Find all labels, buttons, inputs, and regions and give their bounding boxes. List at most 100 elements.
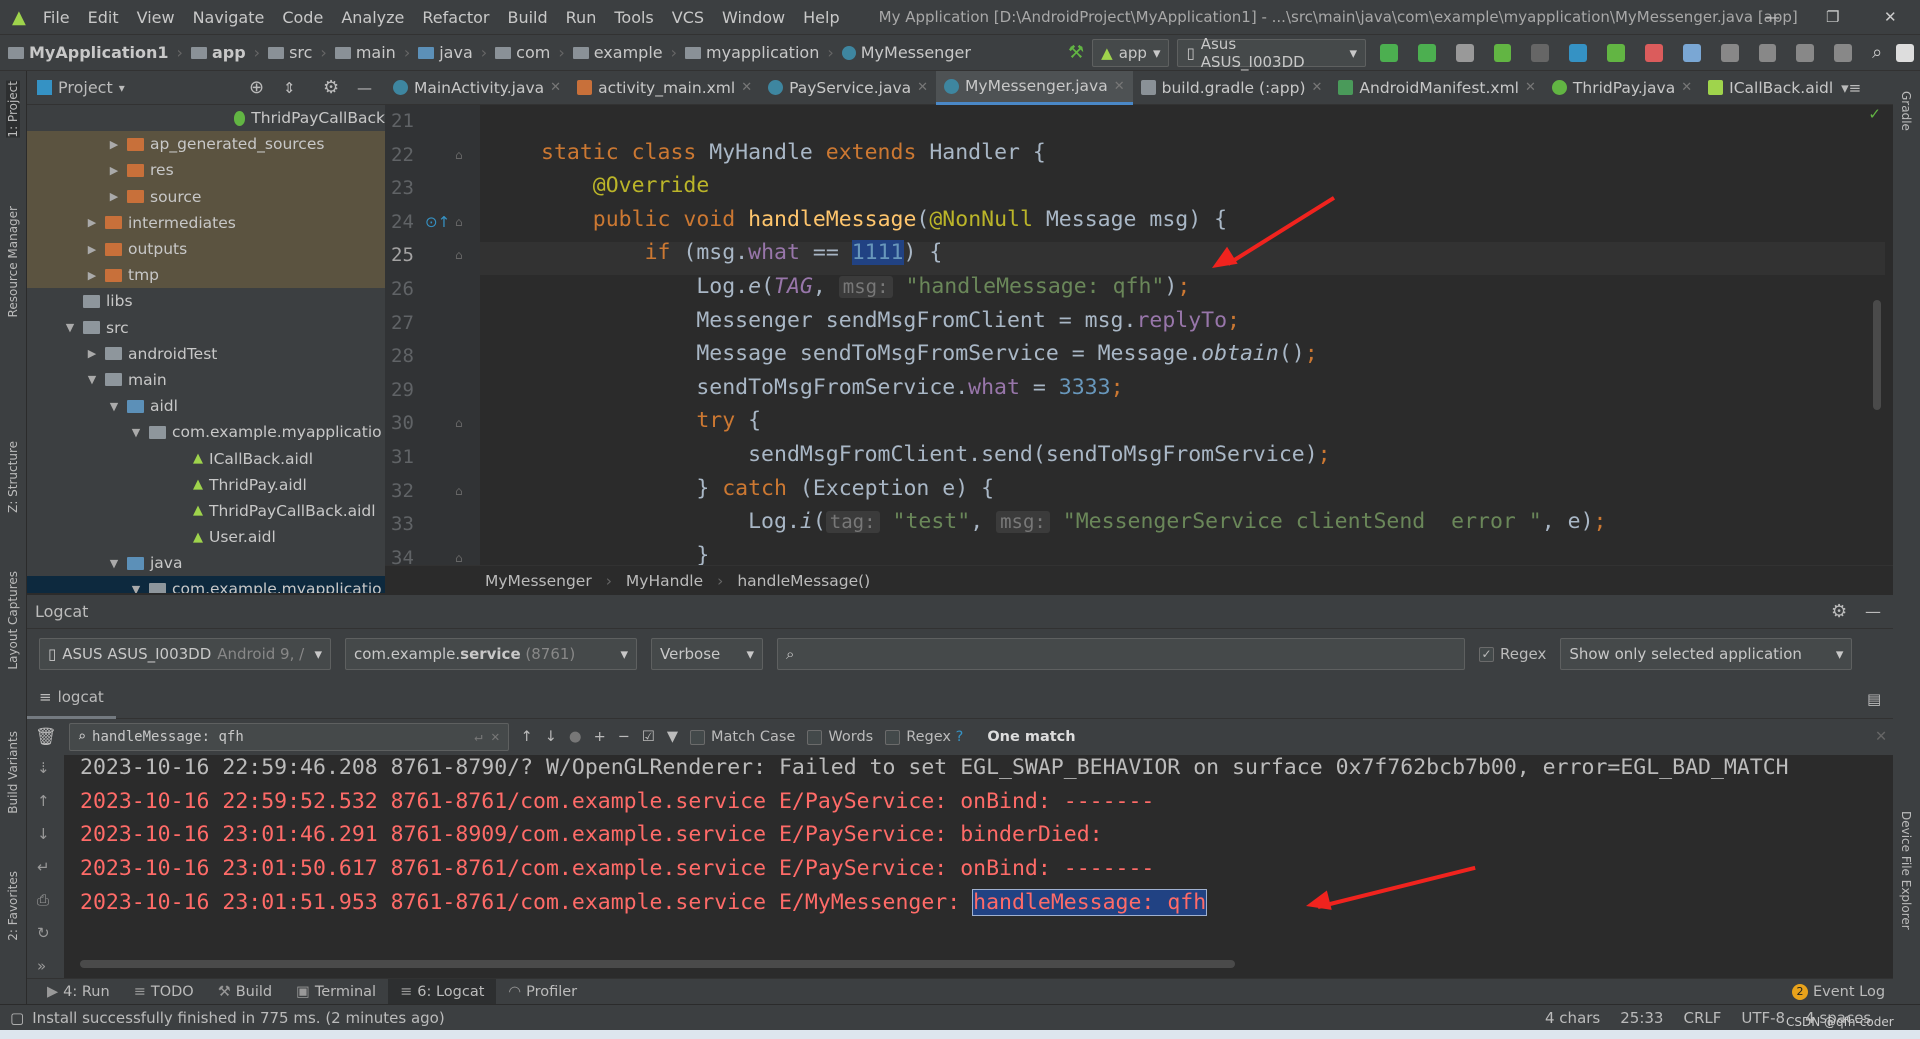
nav-crumb[interactable]: java › — [418, 43, 487, 62]
chevron-right-icon[interactable]: ▶ — [107, 138, 121, 151]
log-horizontal-scrollbar[interactable] — [80, 960, 1235, 968]
chevron-down-icon[interactable]: ▼ — [107, 400, 121, 413]
filter-icon[interactable]: ▼ — [667, 729, 678, 745]
project-tool-button[interactable]: 1: Project — [6, 81, 20, 138]
scroll-to-end-icon[interactable]: ⇣ — [37, 759, 50, 777]
tree-item[interactable]: ▶ ap_generated_sources — [27, 131, 385, 158]
locate-icon[interactable]: ⊕ — [249, 77, 264, 98]
favorites-tool-button[interactable]: 2: Favorites — [6, 871, 20, 941]
breadcrumb-item[interactable]: handleMessage() — [737, 572, 870, 590]
attach-icon[interactable] — [1531, 43, 1550, 62]
filter-config-select[interactable]: Show only selected application ▾ — [1560, 638, 1853, 670]
apply-changes-icon[interactable] — [1379, 43, 1398, 62]
words-checkbox[interactable]: Words — [807, 729, 873, 745]
restore-button[interactable]: ❐ — [1826, 8, 1839, 26]
chevron-right-icon[interactable]: ▶ — [85, 269, 99, 282]
log-output[interactable]: ⇣ ↑ ↓ ↵ ⎙ ↻ » 2023-10-16 22:59:46.208 8761-879… — [27, 755, 1893, 978]
gradle-tool-button[interactable]: Gradle — [1899, 91, 1913, 131]
layout-icon[interactable]: ▤ — [1867, 690, 1881, 708]
tab-overflow-icon[interactable]: ▾≡ — [1841, 79, 1861, 97]
more-icon[interactable]: » — [37, 957, 46, 975]
close-button[interactable]: ✕ — [1884, 8, 1897, 26]
event-log-button[interactable]: 2 Event Log — [1792, 983, 1885, 1000]
sdk-manager-icon[interactable] — [1758, 43, 1777, 62]
breadcrumb-item[interactable]: MyHandle — [626, 572, 703, 590]
stop-icon[interactable] — [1644, 43, 1663, 62]
process-select[interactable]: com.example.service (8761) ▾ — [345, 638, 637, 670]
tab-logcat[interactable]: ≡ logcat — [27, 679, 116, 719]
menu-code[interactable]: Code — [273, 8, 332, 27]
menu-file[interactable]: File — [34, 8, 79, 27]
down-icon[interactable]: ↓ — [37, 825, 50, 843]
menu-edit[interactable]: Edit — [79, 8, 128, 27]
tool-tab-terminal[interactable]: ▣ Terminal — [284, 979, 388, 1005]
up-icon[interactable]: ↑ — [37, 792, 50, 810]
tree-item[interactable]: ThridPayCallBack — [27, 105, 385, 131]
layout-inspector-icon[interactable] — [1834, 43, 1853, 62]
chevron-right-icon[interactable]: ▶ — [85, 347, 99, 360]
profile-icon[interactable] — [1569, 43, 1588, 62]
menu-tools[interactable]: Tools — [605, 8, 662, 27]
tree-item[interactable]: ▶ res — [27, 157, 385, 184]
collapse-all-icon[interactable]: ⇕ — [283, 79, 296, 97]
run-config-select[interactable]: ▲ app ▾ — [1092, 38, 1170, 67]
tool-tab-build[interactable]: ⚒ Build — [206, 979, 284, 1005]
close-find-icon[interactable]: ✕ — [1875, 729, 1887, 745]
fold-marker-icon[interactable]: ⌂ — [455, 148, 463, 162]
search-icon[interactable]: ⌕ — [1872, 42, 1882, 63]
debug-icon[interactable] — [1493, 43, 1512, 62]
nav-crumb[interactable]: app › — [190, 43, 260, 62]
tree-item[interactable]: ▶ androidTest — [27, 341, 385, 367]
line-separator[interactable]: CRLF — [1683, 1009, 1721, 1027]
menu-build[interactable]: Build — [498, 8, 556, 27]
device-file-explorer-tool-button[interactable]: Device File Explorer — [1899, 811, 1913, 930]
sync-icon[interactable] — [1455, 43, 1474, 62]
chevron-down-icon[interactable]: ▼ — [85, 373, 99, 386]
editor-scrollbar[interactable] — [1873, 300, 1881, 410]
chevron-right-icon[interactable]: ▶ — [85, 243, 99, 256]
tree-item[interactable]: ▼ aidl — [27, 393, 385, 419]
debug-attach-icon[interactable] — [1607, 43, 1625, 62]
menu-window[interactable]: Window — [713, 8, 794, 27]
close-tab-icon[interactable]: ✕ — [1681, 80, 1692, 95]
logcat-search-input[interactable]: ⌕ — [777, 638, 1465, 670]
fold-marker-icon[interactable]: ⌂ — [455, 248, 463, 262]
device-select[interactable]: ▯ Asus ASUS_I003DD ▾ — [1177, 35, 1366, 71]
nav-crumb[interactable]: com › — [495, 43, 565, 62]
find-occurrences-icon[interactable]: ● — [569, 729, 582, 745]
fold-marker-icon[interactable]: ⌂ — [455, 551, 463, 565]
previous-match-icon[interactable]: ↑ — [521, 729, 533, 745]
structure-tool-button[interactable]: Z: Structure — [6, 441, 20, 513]
apply-code-changes-icon[interactable] — [1417, 43, 1436, 62]
fold-marker-icon[interactable]: ⌂ — [455, 215, 463, 229]
tree-item[interactable]: ▶ source — [27, 183, 385, 210]
regex-find-checkbox[interactable]: Regex ? — [885, 729, 963, 745]
tree-item[interactable]: ▼ java — [27, 550, 385, 576]
tool-tab-profiler[interactable]: ◠ Profiler — [496, 979, 589, 1005]
tree-item[interactable]: ▼ com.example.myapplicatio — [27, 576, 385, 593]
account-icon[interactable] — [1896, 43, 1915, 62]
nav-crumb[interactable]: MyApplication1 › — [8, 43, 183, 62]
tree-item[interactable]: ▶ intermediates — [27, 209, 385, 236]
soft-wrap-icon[interactable]: ↵ — [37, 858, 50, 876]
tool-tab-todo[interactable]: ≡ TODO — [122, 979, 206, 1005]
close-tab-icon[interactable]: ✕ — [1114, 79, 1125, 94]
tree-item[interactable]: ▼ com.example.myapplicatio — [27, 419, 385, 445]
tree-item[interactable]: ▲ ThridPayCallBack.aidl — [27, 498, 385, 524]
logcat-settings-gear-icon[interactable]: ⚙ — [1831, 601, 1847, 622]
breadcrumb-item[interactable]: MyMessenger — [485, 572, 592, 590]
caret-position[interactable]: 25:33 — [1620, 1009, 1663, 1027]
clear-logcat-icon[interactable]: 🗑 — [35, 727, 57, 747]
hide-panel-icon[interactable]: — — [357, 79, 372, 97]
status-toggle-icon[interactable]: ▢ — [10, 1009, 24, 1027]
menu-help[interactable]: Help — [794, 8, 848, 27]
menu-vcs[interactable]: VCS — [663, 8, 713, 27]
fold-marker-icon[interactable]: ⌂ — [455, 416, 463, 430]
chevron-down-icon[interactable]: ▼ — [107, 557, 121, 570]
menu-view[interactable]: View — [128, 8, 184, 27]
tab-icallback-aidl[interactable]: ICallBack.aidl — [1700, 71, 1841, 105]
chevron-down-icon[interactable]: ▼ — [129, 426, 143, 439]
tree-item[interactable]: ▼ main — [27, 367, 385, 393]
find-input[interactable]: ⌕ handleMessage: qfh ↵ ✕ — [68, 723, 509, 751]
resource-manager-tool-button[interactable]: Resource Manager — [6, 206, 20, 317]
